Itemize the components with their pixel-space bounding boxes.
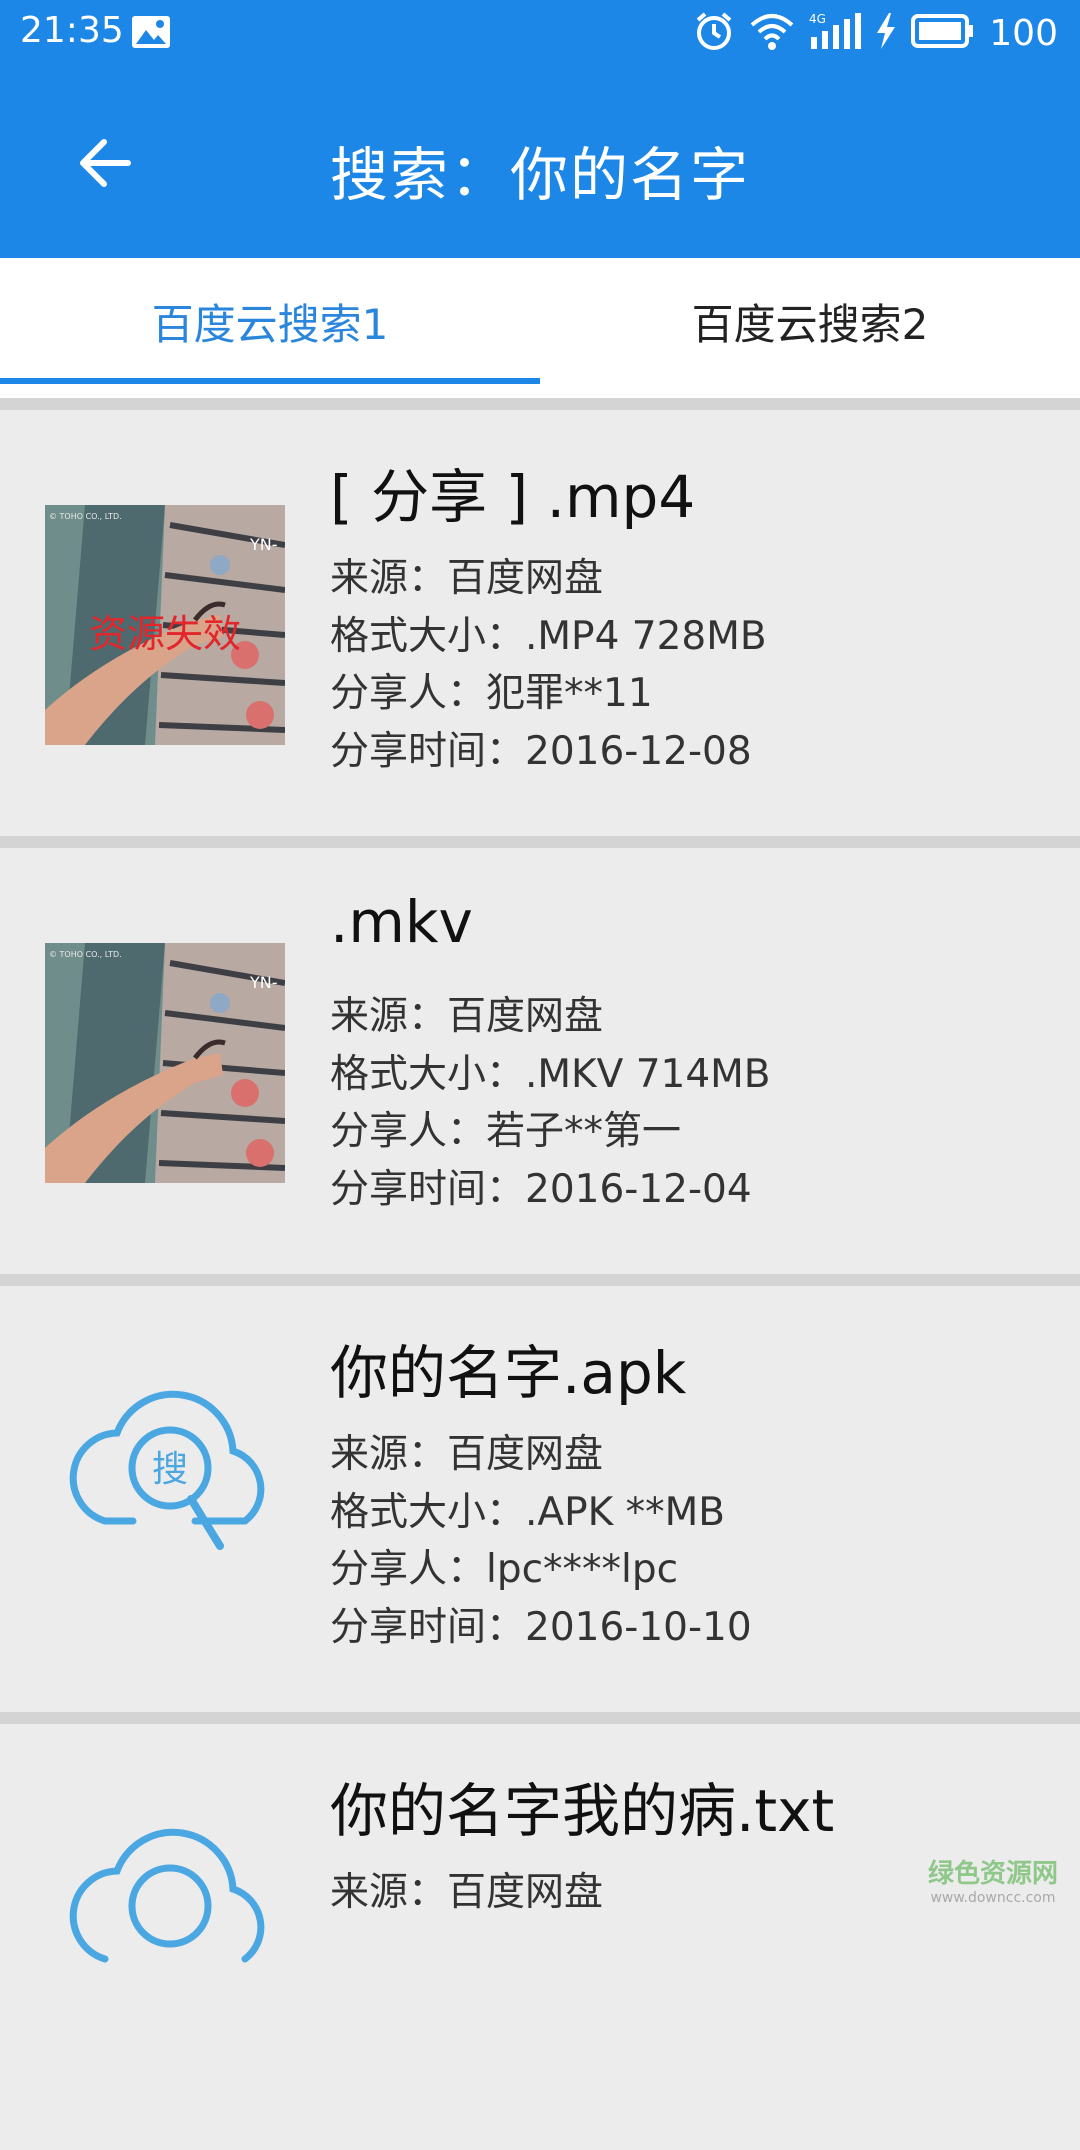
result-source: 来源：百度网盘 — [330, 556, 604, 601]
cloud-search-icon — [69, 1828, 265, 1963]
svg-text:© TOHO CO., LTD.: © TOHO CO., LTD. — [49, 950, 122, 959]
result-thumbnail: © TOHO CO., LTD. YN- 资源失效 — [45, 505, 285, 745]
status-bar: 21:35 4G 100 — [0, 0, 1080, 66]
result-sharer: 分享人：若子**第一 — [330, 1109, 682, 1154]
status-icons: 4G 100 — [693, 8, 1058, 58]
watermark-main: 绿色资源网 — [927, 1859, 1058, 1889]
result-meta: 来源：百度网盘 格式大小：.APK **MB 分享人：lpc****lpc 分享… — [330, 1426, 752, 1656]
result-source: 来源：百度网盘 — [330, 1432, 604, 1477]
result-thumbnail — [45, 1819, 285, 2059]
alarm-icon — [693, 10, 735, 56]
anime-still-image: © TOHO CO., LTD. YN- — [45, 943, 285, 1183]
result-format-size: 格式大小：.APK **MB — [330, 1489, 725, 1535]
result-item[interactable]: 搜 你的名字.apk 来源：百度网盘 格式大小：.APK **MB 分享人：lp… — [0, 1286, 1080, 1712]
result-meta: 来源：百度网盘 格式大小：.MKV 714MB 分享人：若子**第一 分享时间：… — [330, 988, 771, 1218]
watermark-sub: www.downcc.com — [930, 1890, 1056, 1906]
result-share-time: 分享时间：2016-10-10 — [330, 1604, 752, 1650]
svg-text:YN-: YN- — [249, 973, 278, 992]
tab-baidu-search-1[interactable]: 百度云搜索1 — [0, 258, 540, 384]
result-title: 你的名字我的病.txt — [330, 1777, 835, 1845]
charging-icon — [875, 13, 897, 53]
result-thumbnail: 搜 — [45, 1381, 285, 1621]
result-format-size: 格式大小：.MKV 714MB — [330, 1051, 771, 1097]
svg-text:搜: 搜 — [152, 1449, 188, 1490]
result-sharer: 分享人：犯罪**11 — [330, 671, 653, 716]
tab-bar: 百度云搜索1 百度云搜索2 — [0, 258, 1080, 384]
result-item[interactable]: 你的名字我的病.txt 来源：百度网盘 — [0, 1724, 1080, 2150]
result-meta: 来源：百度网盘 格式大小：.MP4 728MB 分享人：犯罪**11 分享时间：… — [330, 550, 767, 780]
wifi-icon — [749, 11, 795, 55]
result-title: [ 分享 ] .mp4 — [330, 463, 696, 531]
svg-text:YN-: YN- — [249, 535, 278, 554]
divider — [0, 836, 1080, 848]
result-sharer: 分享人：lpc****lpc — [330, 1547, 679, 1592]
cloud-search-icon: 搜 — [69, 1390, 265, 1550]
list-top-gap — [0, 384, 1080, 398]
photo-icon — [130, 14, 172, 50]
result-title: 你的名字.apk — [330, 1339, 687, 1407]
divider — [0, 398, 1080, 410]
result-item[interactable]: © TOHO CO., LTD. YN- 资源失效 [ 分享 ] .mp4 来源… — [0, 410, 1080, 836]
svg-text:4G: 4G — [809, 12, 826, 26]
result-item[interactable]: © TOHO CO., LTD. YN- .mkv 来源：百度网盘 格式大小：.… — [0, 848, 1080, 1274]
divider — [0, 1712, 1080, 1724]
result-source: 来源：百度网盘 — [330, 1870, 604, 1915]
results-list: © TOHO CO., LTD. YN- 资源失效 [ 分享 ] .mp4 来源… — [0, 384, 1080, 2150]
result-format-size: 格式大小：.MP4 728MB — [330, 613, 767, 659]
battery-level: 100 — [989, 12, 1058, 54]
result-share-time: 分享时间：2016-12-08 — [330, 728, 752, 774]
expired-badge: 资源失效 — [88, 612, 241, 656]
app-bar: 搜索：你的名字 — [0, 66, 1080, 258]
result-source: 来源：百度网盘 — [330, 994, 604, 1039]
status-time: 21:35 — [20, 10, 124, 51]
result-share-time: 分享时间：2016-12-04 — [330, 1166, 752, 1212]
signal-4g-icon: 4G — [809, 11, 862, 55]
divider — [0, 1274, 1080, 1286]
result-title: .mkv — [330, 888, 473, 956]
battery-icon — [911, 14, 975, 52]
watermark: 绿色资源网 www.downcc.com — [928, 1853, 1058, 1906]
tab-baidu-search-2[interactable]: 百度云搜索2 — [540, 258, 1080, 384]
result-meta: 来源：百度网盘 — [330, 1864, 603, 1922]
result-thumbnail: © TOHO CO., LTD. YN- — [45, 943, 285, 1183]
page-title: 搜索：你的名字 — [329, 141, 750, 209]
svg-text:© TOHO CO., LTD.: © TOHO CO., LTD. — [49, 512, 122, 521]
